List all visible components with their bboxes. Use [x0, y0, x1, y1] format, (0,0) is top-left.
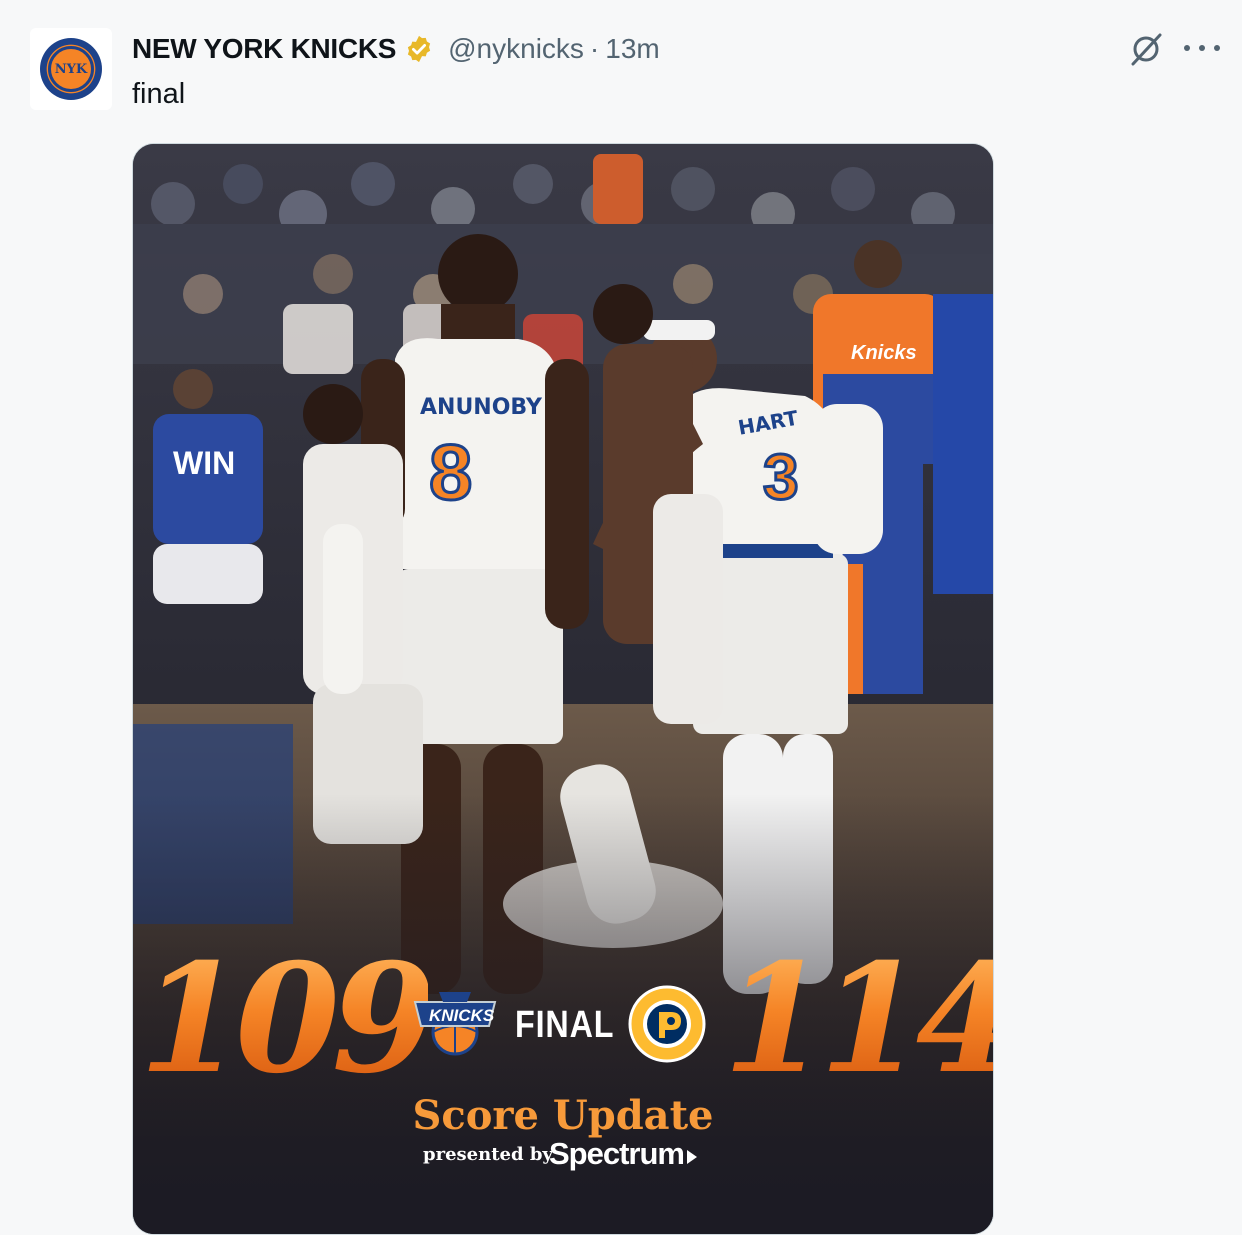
tweet-header: NEW YORK KNICKS @nyknicks · 13m: [132, 30, 660, 68]
timestamp[interactable]: 13m: [605, 33, 659, 65]
tweet-media-image[interactable]: WIN Knicks ANUNOBY 8 HART 3 109 KNICKS F…: [132, 143, 994, 1235]
knicks-logo: KNICKS: [413, 992, 497, 1056]
display-name[interactable]: NEW YORK KNICKS: [132, 33, 396, 65]
jersey-number-3: 3: [763, 441, 799, 513]
crowd-shirt-text: WIN: [173, 445, 235, 481]
more-icon[interactable]: [1184, 34, 1220, 62]
verified-badge-icon: [408, 35, 431, 63]
jersey-name-anunoby: ANUNOBY: [420, 395, 543, 420]
presented-by-label: presented by: [423, 1144, 553, 1165]
home-score: 109: [139, 931, 436, 1107]
user-handle[interactable]: @nyknicks: [448, 33, 584, 65]
jersey-number-8: 8: [429, 428, 472, 516]
spectrum-arrow-icon: [687, 1150, 697, 1164]
knicks-logo-icon: NYK: [40, 38, 102, 100]
game-status: FINAL: [515, 1004, 615, 1046]
grok-icon[interactable]: [1127, 30, 1165, 68]
separator-dot: ·: [589, 33, 600, 64]
svg-text:KNICKS: KNICKS: [429, 1006, 495, 1025]
away-score: 114: [723, 944, 993, 1094]
profile-avatar[interactable]: NYK: [30, 28, 112, 110]
sponsor-logo: Spectrum: [549, 1136, 685, 1171]
bench-jacket-text: Knicks: [851, 342, 917, 364]
pacers-logo: [628, 985, 706, 1063]
tweet-text: final: [132, 78, 186, 110]
score-update-title: Score Update: [412, 1092, 714, 1139]
